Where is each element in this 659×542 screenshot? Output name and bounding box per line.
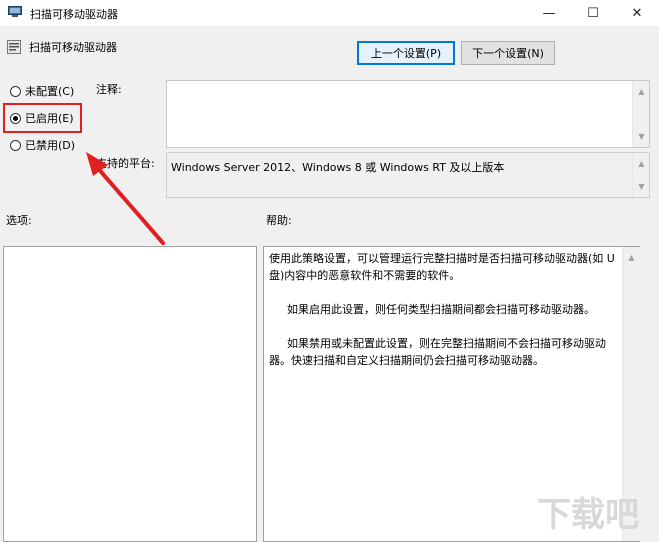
radio-disabled[interactable]: 已禁用(D) bbox=[10, 136, 75, 154]
title-bar: 扫描可移动驱动器 — ☐ ✕ bbox=[0, 0, 659, 26]
policy-title: 扫描可移动驱动器 bbox=[29, 41, 117, 54]
scroll-down-icon[interactable]: ▼ bbox=[633, 128, 650, 145]
scroll-up-icon[interactable]: ▲ bbox=[633, 83, 650, 100]
platform-scrollbar[interactable]: ▲ ▼ bbox=[632, 153, 649, 197]
platform-label: 支持的平台: bbox=[96, 157, 155, 170]
options-label: 选项: bbox=[6, 214, 32, 227]
maximize-icon: ☐ bbox=[587, 5, 599, 21]
options-pane[interactable] bbox=[3, 246, 257, 542]
radio-label-not-configured: 未配置(C) bbox=[25, 85, 75, 98]
help-label: 帮助: bbox=[266, 214, 292, 227]
platform-textbox: Windows Server 2012、Windows 8 或 Windows … bbox=[166, 152, 650, 198]
scroll-up-icon[interactable]: ▲ bbox=[623, 249, 640, 266]
minimize-icon: — bbox=[542, 5, 556, 21]
close-button[interactable]: ✕ bbox=[615, 0, 659, 26]
comment-scrollbar[interactable]: ▲ ▼ bbox=[632, 81, 649, 147]
scroll-down-icon[interactable]: ▼ bbox=[633, 178, 650, 195]
comment-textbox[interactable]: ▲ ▼ bbox=[166, 80, 650, 148]
app-icon bbox=[8, 6, 22, 17]
radio-circle-not-configured[interactable] bbox=[10, 85, 21, 97]
next-setting-button[interactable]: 下一个设置(N) bbox=[461, 41, 555, 65]
annotation-highlight-box bbox=[3, 103, 82, 133]
help-paragraph: 使用此策略设置，可以管理运行完整扫描时是否扫描可移动驱动器(如 U 盘)内容中的… bbox=[269, 252, 615, 282]
radio-not-configured[interactable]: 未配置(C) bbox=[10, 82, 74, 100]
policy-setting-icon bbox=[7, 40, 21, 54]
next-setting-label: 下一个设置(N) bbox=[472, 47, 544, 60]
window-title: 扫描可移动驱动器 bbox=[30, 8, 118, 21]
scroll-up-icon[interactable]: ▲ bbox=[633, 155, 650, 172]
radio-circle-disabled[interactable] bbox=[10, 139, 21, 151]
help-paragraph: 如果启用此设置，则任何类型扫描期间都会扫描可移动驱动器。 bbox=[287, 303, 595, 316]
previous-setting-label: 上一个设置(P) bbox=[370, 47, 442, 60]
radio-label-disabled: 已禁用(D) bbox=[25, 139, 76, 152]
previous-setting-button[interactable]: 上一个设置(P) bbox=[357, 41, 455, 65]
platform-value: Windows Server 2012、Windows 8 或 Windows … bbox=[171, 161, 505, 174]
close-icon: ✕ bbox=[631, 5, 643, 21]
comment-label: 注释: bbox=[96, 83, 122, 96]
help-paragraph: 如果禁用或未配置此设置，则在完整扫描期间不会扫描可移动驱动器。快速扫描和自定义扫… bbox=[269, 337, 606, 367]
help-text: 使用此策略设置，可以管理运行完整扫描时是否扫描可移动驱动器(如 U 盘)内容中的… bbox=[269, 250, 624, 386]
minimize-button[interactable]: — bbox=[527, 0, 571, 26]
maximize-button[interactable]: ☐ bbox=[571, 0, 615, 26]
watermark-logo: 下载吧 bbox=[537, 495, 639, 535]
watermark-text: 下载吧 bbox=[537, 495, 639, 535]
